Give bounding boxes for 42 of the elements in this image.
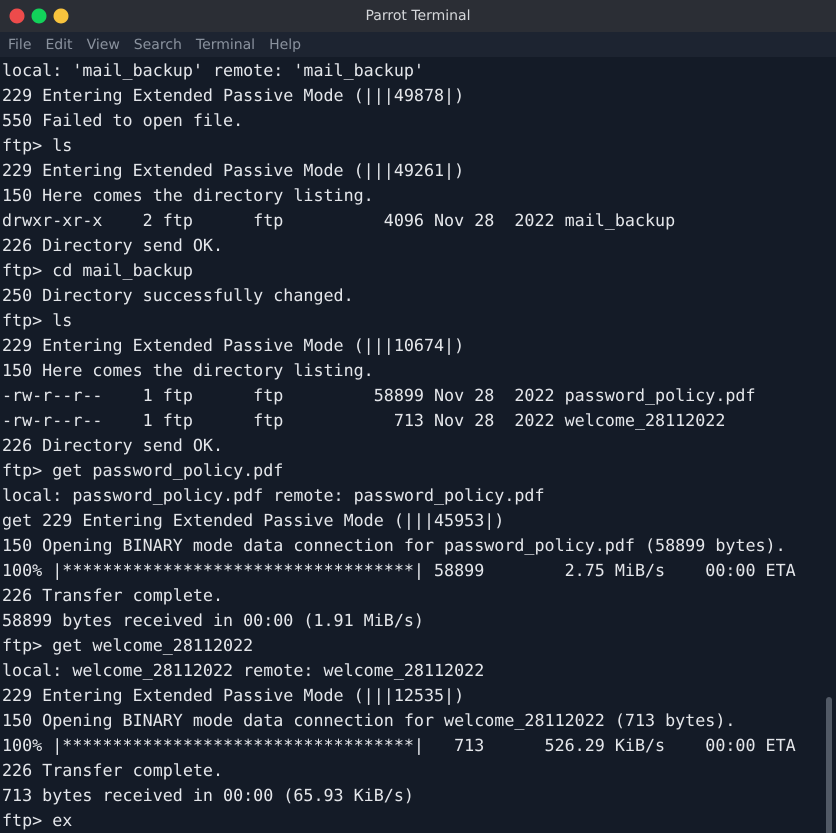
terminal-line: ftp> ex — [1, 809, 74, 832]
terminal-line: 100% |***********************************| 713 526.29 KiB/s 00:00 ETA — [1, 734, 797, 757]
terminal-line: local: 'mail_backup' remote: 'mail_backup' — [1, 59, 425, 82]
terminal-line: drwxr-xr-x 2 ftp ftp 4096 Nov 28 2022 mail_backup — [1, 209, 676, 232]
terminal-line: ftp> get welcome_28112022 — [1, 634, 254, 657]
terminal-line: 229 Entering Extended Passive Mode (|||49261|) — [1, 159, 466, 182]
terminal-line: 229 Entering Extended Passive Mode (|||10674|) — [1, 334, 466, 357]
terminal-line: 150 Opening BINARY mode data connection for welcome_28112022 (713 bytes). — [1, 709, 736, 732]
terminal-line: get 229 Entering Extended Passive Mode (|||45953|) — [1, 509, 506, 532]
terminal-line: 226 Transfer complete. — [1, 759, 224, 782]
terminal-line: local: welcome_28112022 remote: welcome_28112022 — [1, 659, 486, 682]
menu-item[interactable]: Help — [269, 36, 301, 52]
terminal-line: 150 Opening BINARY mode data connection for password_policy.pdf (58899 bytes). — [1, 534, 787, 557]
window-title: Parrot Terminal — [365, 8, 471, 24]
terminal-line: 150 Here comes the directory listing. — [1, 359, 375, 382]
terminal-line: 713 bytes received in 00:00 (65.93 KiB/s) — [1, 784, 415, 807]
terminal-line: ftp> ls — [1, 134, 74, 157]
close-icon[interactable] — [9, 8, 25, 24]
terminal-line: 226 Directory send OK. — [1, 234, 224, 257]
menu-item[interactable]: Search — [134, 36, 182, 52]
scrollbar-thumb[interactable] — [826, 697, 832, 833]
terminal-line: 250 Directory successfully changed. — [1, 284, 355, 307]
menu-item[interactable]: Terminal — [196, 36, 256, 52]
terminal-line: 150 Here comes the directory listing. — [1, 184, 375, 207]
minimize-icon[interactable] — [53, 8, 69, 24]
menu-item[interactable]: File — [8, 36, 32, 52]
maximize-icon[interactable] — [31, 8, 47, 24]
terminal-line: 226 Transfer complete. — [1, 584, 224, 607]
terminal-line: ftp> get password_policy.pdf — [1, 459, 284, 482]
terminal-line: 100% |***********************************| 58899 2.75 MiB/s 00:00 ETA — [1, 559, 797, 582]
terminal-line: 58899 bytes received in 00:00 (1.91 MiB/s) — [1, 609, 425, 632]
terminal-line: ftp> ls — [1, 309, 74, 332]
terminal-line: 229 Entering Extended Passive Mode (|||12535|) — [1, 684, 466, 707]
menu-item[interactable]: View — [86, 36, 120, 52]
menu-item[interactable]: Edit — [45, 36, 73, 52]
terminal-line: 229 Entering Extended Passive Mode (|||49878|) — [1, 84, 466, 107]
terminal-line: 550 Failed to open file. — [1, 109, 244, 132]
terminal-line: local: password_policy.pdf remote: password_policy.pdf — [1, 484, 546, 507]
terminal-line: ftp> cd mail_backup — [1, 259, 194, 282]
terminal-line: 226 Directory send OK. — [1, 434, 224, 457]
terminal-line: -rw-r--r-- 1 ftp ftp 58899 Nov 28 2022 password_policy.pdf — [1, 384, 757, 407]
terminal-line: -rw-r--r-- 1 ftp ftp 713 Nov 28 2022 welcome_28112022 — [1, 409, 726, 432]
